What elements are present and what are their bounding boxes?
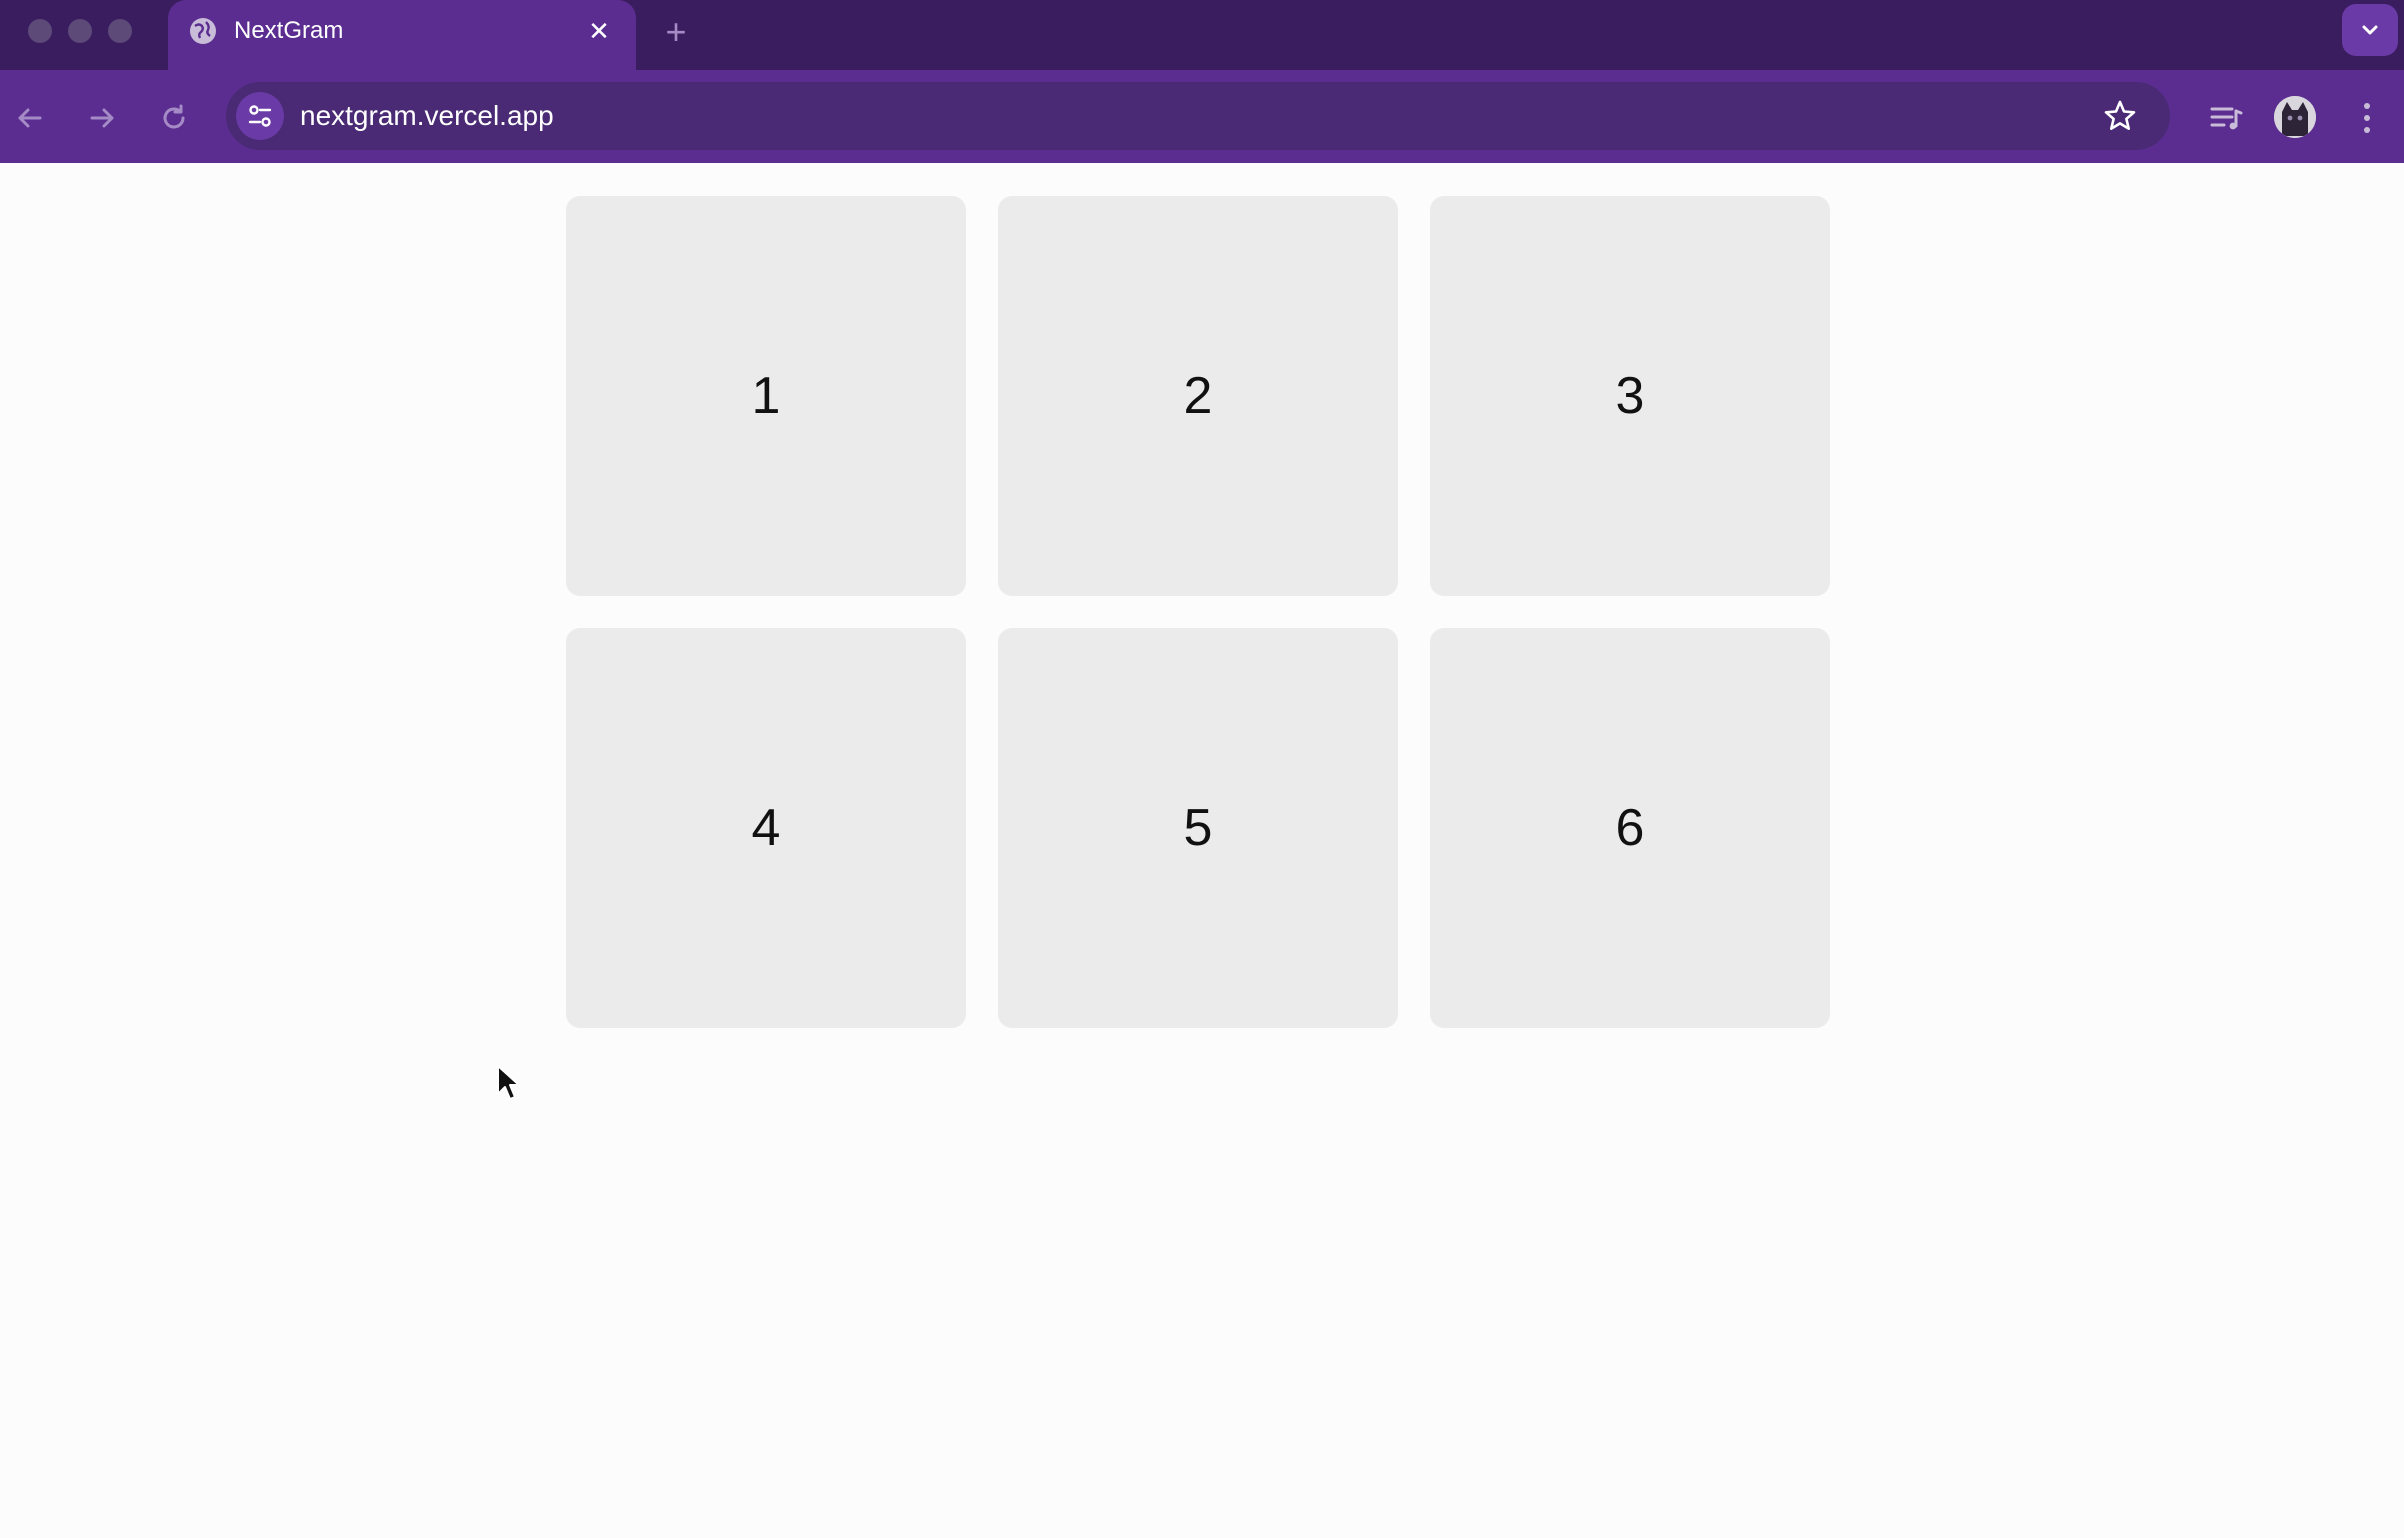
media-controls-icon[interactable]	[2206, 98, 2246, 138]
photo-grid: 1 2 3 4 5 6	[566, 196, 1830, 1028]
window-zoom-dot[interactable]	[108, 19, 132, 43]
card-number: 2	[1183, 367, 1213, 425]
window-minimize-dot[interactable]	[68, 19, 92, 43]
photo-card-1[interactable]: 1	[566, 196, 966, 596]
tab-strip: NextGram ✕ +	[0, 0, 2404, 70]
card-number: 5	[1183, 799, 1213, 857]
site-settings-button[interactable]	[236, 92, 284, 140]
mouse-pointer-icon	[497, 1065, 520, 1100]
tab-nextgram[interactable]: NextGram ✕	[168, 0, 636, 70]
cat-avatar-icon	[2274, 96, 2316, 138]
photo-card-6[interactable]: 6	[1430, 628, 1830, 1028]
window-close-dot[interactable]	[28, 19, 52, 43]
chevron-down-icon	[2362, 25, 2378, 35]
page-viewport: 1 2 3 4 5 6	[0, 163, 2404, 1538]
site-settings-icon	[248, 105, 272, 127]
photo-card-4[interactable]: 4	[566, 628, 966, 1028]
browser-chrome: NextGram ✕ + nextgram.vercel.app	[0, 0, 2404, 163]
card-number: 4	[751, 799, 781, 857]
reload-icon[interactable]	[154, 98, 194, 138]
photo-card-2[interactable]: 2	[998, 196, 1398, 596]
card-number: 1	[751, 367, 781, 425]
photo-card-5[interactable]: 5	[998, 628, 1398, 1028]
kebab-menu-icon[interactable]	[2350, 96, 2384, 140]
tab-search-button[interactable]	[2342, 4, 2398, 56]
tab-title: NextGram	[234, 17, 344, 44]
bookmark-star-icon[interactable]	[2102, 98, 2138, 134]
profile-avatar[interactable]	[2274, 96, 2316, 138]
globe-icon	[190, 18, 216, 44]
address-bar[interactable]: nextgram.vercel.app	[226, 82, 2170, 150]
card-number: 3	[1615, 367, 1645, 425]
forward-arrow-icon[interactable]	[82, 98, 122, 138]
new-tab-button[interactable]: +	[656, 12, 696, 52]
url-text[interactable]: nextgram.vercel.app	[300, 100, 554, 132]
back-arrow-icon[interactable]	[10, 98, 50, 138]
photo-card-3[interactable]: 3	[1430, 196, 1830, 596]
card-number: 6	[1615, 799, 1645, 857]
tab-close-icon[interactable]: ✕	[582, 14, 616, 48]
